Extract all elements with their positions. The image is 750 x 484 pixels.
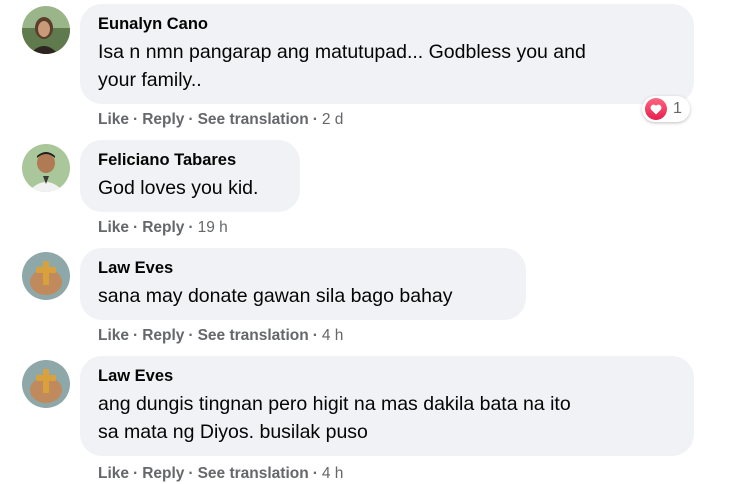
separator: · [133,327,139,344]
avatar[interactable] [22,252,70,300]
separator: · [188,219,194,236]
profile-photo-icon [22,6,70,54]
separator: · [133,465,139,482]
profile-photo-icon [22,252,70,300]
see-translation-link[interactable]: See translation [198,111,309,128]
separator: · [312,327,318,344]
reply-link[interactable]: Reply [142,111,184,128]
reply-link[interactable]: Reply [142,219,184,236]
timestamp-link[interactable]: 4 h [322,465,344,482]
timestamp-link[interactable]: 4 h [322,327,344,344]
avatar[interactable] [22,360,70,408]
reply-link[interactable]: Reply [142,327,184,344]
comment: Eunalyn Cano Isa n nmn pangarap ang matu… [0,0,750,135]
comment-text: God loves you kid. [98,177,259,199]
like-link[interactable]: Like [98,327,129,344]
comment: Law Eves ang dungis tingnan pero higit n… [0,356,750,484]
comment-actions: Like · Reply · 19 h [98,218,228,238]
profile-photo-icon [22,360,70,408]
comment-bubble: Eunalyn Cano Isa n nmn pangarap ang matu… [80,4,694,104]
timestamp-link[interactable]: 2 d [322,111,344,128]
avatar[interactable] [22,6,70,54]
comment-text: Isa n nmn pangarap ang matutupad... Godb… [98,41,586,63]
comment-bubble: Feliciano Tabares God loves you kid. [80,140,300,212]
comment-text: your family.. [98,69,202,91]
separator: · [188,111,194,128]
separator: · [133,111,139,128]
comment-actions: Like · Reply · See translation · 2 d [98,110,343,130]
reaction-count-badge[interactable]: 1 [642,96,690,122]
see-translation-link[interactable]: See translation [198,465,309,482]
comment-actions: Like · Reply · See translation · 4 h [98,326,343,346]
comment-text: ang dungis tingnan pero higit na mas dak… [98,393,571,415]
separator: · [133,219,139,236]
comment-text: sa mata ng Diyos. busilak puso [98,421,368,443]
comment-actions: Like · Reply · See translation · 4 h [98,464,343,484]
reply-link[interactable]: Reply [142,465,184,482]
like-link[interactable]: Like [98,219,129,236]
comment-bubble: Law Eves ang dungis tingnan pero higit n… [80,356,694,456]
comment: Law Eves sana may donate gawan sila bago… [0,248,750,352]
separator: · [312,465,318,482]
like-link[interactable]: Like [98,111,129,128]
comment-author[interactable]: Law Eves [98,366,676,386]
comment-author[interactable]: Eunalyn Cano [98,14,676,34]
see-translation-link[interactable]: See translation [198,327,309,344]
timestamp-link[interactable]: 19 h [198,219,228,236]
separator: · [188,465,194,482]
comment-author[interactable]: Feliciano Tabares [98,150,282,170]
comment: Feliciano Tabares God loves you kid. Lik… [0,140,750,244]
separator: · [188,327,194,344]
like-link[interactable]: Like [98,465,129,482]
profile-photo-icon [22,144,70,192]
comment-text: sana may donate gawan sila bago bahay [98,285,453,307]
avatar[interactable] [22,144,70,192]
reaction-count: 1 [673,100,682,117]
heart-icon [645,98,667,120]
comment-author[interactable]: Law Eves [98,258,508,278]
separator: · [312,111,318,128]
comment-bubble: Law Eves sana may donate gawan sila bago… [80,248,526,320]
